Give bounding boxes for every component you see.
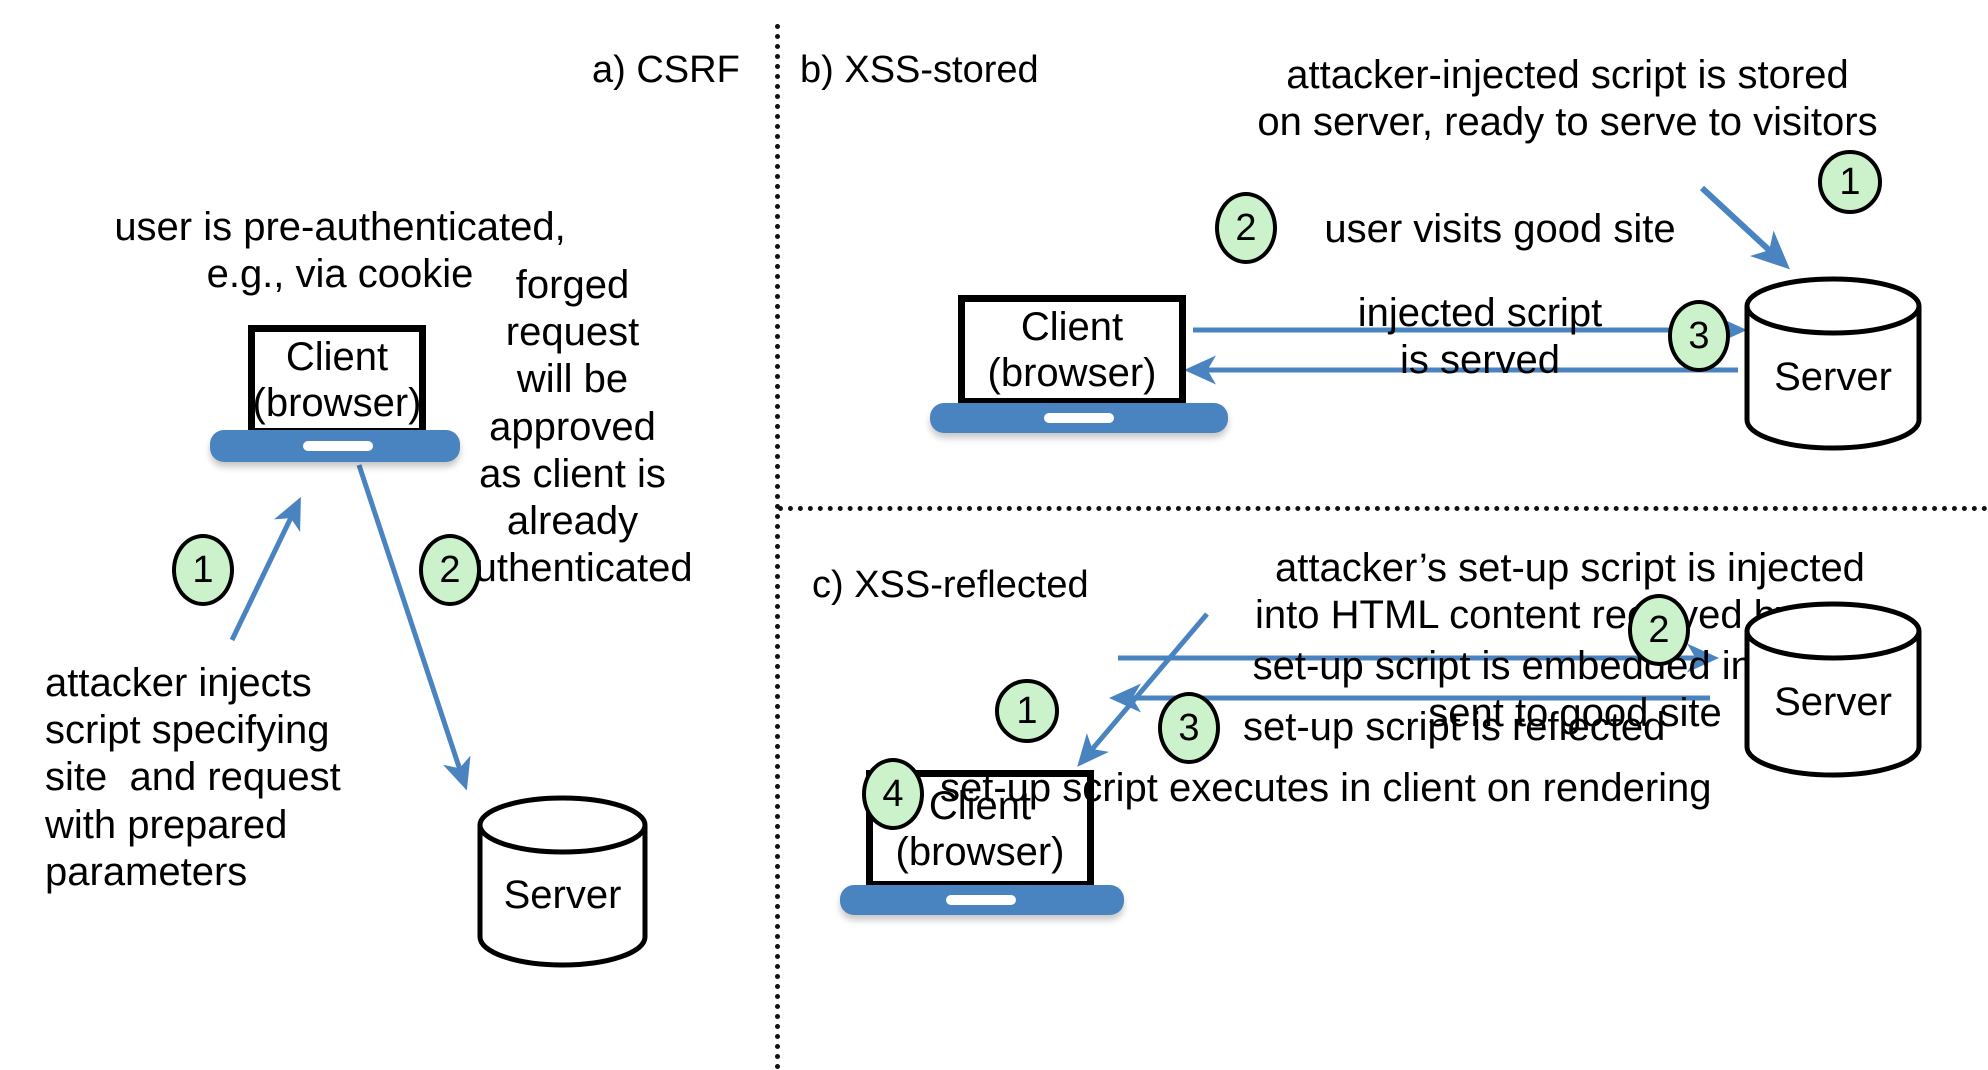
- client-label-line1: Client: [285, 334, 389, 379]
- server-a: Server: [475, 795, 650, 968]
- note-b-served: injected script is served: [1357, 291, 1603, 383]
- laptop-notch-b: [1044, 413, 1114, 423]
- badge-b-step1: 1: [1818, 150, 1882, 214]
- panel-a-label: a) CSRF: [592, 49, 740, 91]
- badge-c-step2: 2: [1628, 594, 1690, 666]
- badge-b-step3: 3: [1668, 300, 1730, 372]
- client-label-line2: (browser): [987, 351, 1157, 395]
- divider-horizontal: [778, 506, 1988, 511]
- figure-canvas: a) CSRF user is pre-authenticated, e.g., …: [0, 0, 1988, 1070]
- badge-b-step2: 2: [1215, 192, 1277, 264]
- arrow-a-step1: [229, 496, 301, 642]
- laptop-notch-c: [946, 895, 1016, 905]
- server-c: Server: [1742, 600, 1924, 778]
- laptop-notch-a: [303, 441, 373, 451]
- client-label-line2: (browser): [895, 830, 1065, 874]
- note-c-reflected: set-up script is reflected: [1243, 705, 1666, 749]
- note-b-stored: attacker-injected script is stored on ser…: [1257, 53, 1878, 145]
- client-label-line1: Client: [1020, 304, 1124, 349]
- badge-a-step1: 1: [172, 534, 234, 606]
- server-b: Server: [1742, 275, 1924, 451]
- client-screen-b: Client (browser): [958, 295, 1186, 405]
- note-b-visit: user visits good site: [1324, 207, 1676, 251]
- badge-c-step3: 3: [1158, 692, 1220, 764]
- note-a-attacker: attacker injects script specifying site an…: [45, 661, 341, 894]
- badge-c-step1: 1: [995, 679, 1059, 743]
- note-c-executes: set-up script executes in client on rend…: [940, 766, 1712, 810]
- divider-vertical: [775, 24, 780, 1070]
- badge-a-step2: 2: [419, 534, 481, 606]
- server-c-label: Server: [1774, 680, 1892, 724]
- panel-b-label: b) XSS-stored: [800, 49, 1039, 91]
- client-laptop-b: Client (browser): [930, 295, 1228, 433]
- badge-c-step4: 4: [862, 758, 924, 830]
- client-label-line2: (browser): [252, 381, 422, 425]
- server-a-label: Server: [503, 873, 622, 917]
- server-b-label: Server: [1774, 355, 1892, 399]
- panel-c-label: c) XSS-reflected: [812, 564, 1089, 606]
- arrow-b-step1: [1699, 185, 1790, 270]
